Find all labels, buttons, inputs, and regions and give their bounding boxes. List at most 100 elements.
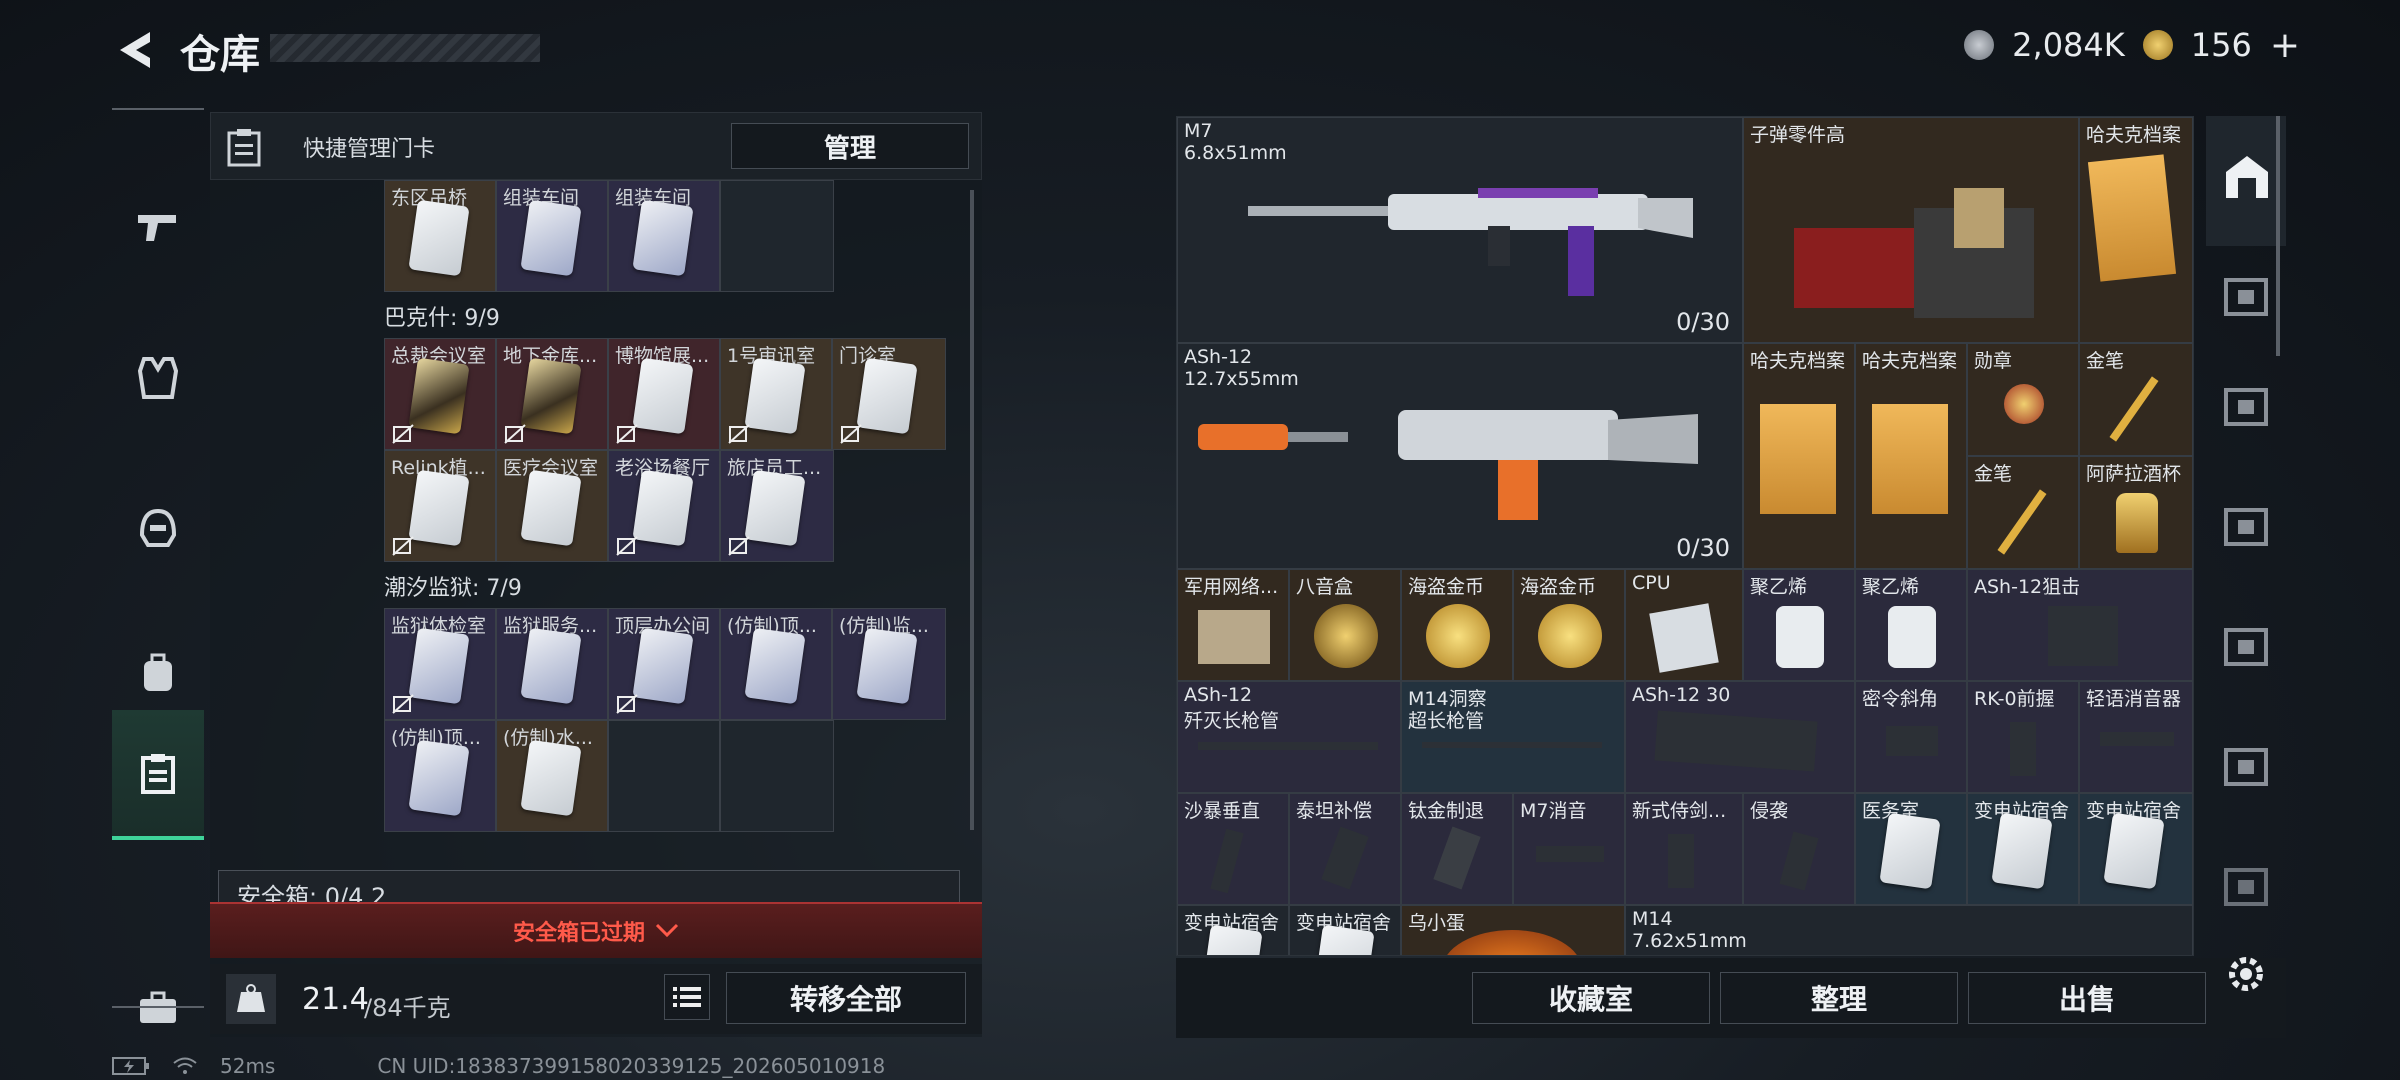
title-decoration bbox=[270, 34, 540, 62]
settings-button[interactable] bbox=[2222, 950, 2270, 998]
max-weight: /84千克 bbox=[364, 994, 451, 1022]
item-compensator[interactable]: 泰坦补偿 bbox=[1289, 793, 1401, 905]
keycard-slot[interactable]: 顶层办公间 bbox=[608, 608, 720, 720]
item-music-box[interactable]: 八音盒 bbox=[1289, 569, 1401, 681]
rifle-image bbox=[1198, 410, 1698, 520]
item-angled-grip[interactable]: 密令斜角 bbox=[1855, 681, 1967, 793]
keycard-slot[interactable]: 老浴场餐厅 bbox=[608, 450, 720, 562]
keycard-slot[interactable]: Relink植... bbox=[384, 450, 496, 562]
nav-helmet[interactable] bbox=[112, 463, 204, 593]
tab-storage-4[interactable] bbox=[2216, 496, 2276, 556]
weapon-ash12[interactable]: ASh-12 12.7x55mm 0/30 bbox=[1177, 343, 1743, 569]
keycard-slot[interactable]: 旅店员工... bbox=[720, 450, 834, 562]
item-polyethylene[interactable]: 聚乙烯 bbox=[1855, 569, 1967, 681]
item-barrel[interactable]: ASh-12 歼灭长枪管 bbox=[1177, 681, 1401, 793]
keycard-slot[interactable]: 地下金库... bbox=[496, 338, 608, 450]
item-gold-pen[interactable]: 金笔 bbox=[1967, 456, 2079, 569]
item-grip[interactable]: 侵袭 bbox=[1743, 793, 1855, 905]
unavailable-icon bbox=[840, 424, 862, 444]
item-pirate-coin[interactable]: 海盗金币 bbox=[1401, 569, 1513, 681]
backpack-icon bbox=[144, 653, 172, 691]
back-arrow-icon[interactable] bbox=[112, 28, 156, 72]
unavailable-icon bbox=[392, 424, 414, 444]
keycard-slot[interactable]: 博物馆展... bbox=[608, 338, 720, 450]
storage-box-icon bbox=[2224, 868, 2268, 906]
sell-button[interactable]: 出售 bbox=[1968, 972, 2206, 1024]
keycard-slot[interactable]: 监狱服务... bbox=[496, 608, 608, 720]
storage-box-icon bbox=[2224, 508, 2268, 546]
item-keycard[interactable]: 变电站宿舍 bbox=[2079, 793, 2193, 905]
safe-box-label: 安全箱: 0/4 2 bbox=[237, 883, 387, 904]
unavailable-icon bbox=[616, 694, 638, 714]
tab-storage-2[interactable] bbox=[2216, 266, 2276, 326]
item-keycard[interactable]: 医务室 bbox=[1855, 793, 1967, 905]
keycard-slot[interactable]: 门诊室 bbox=[832, 338, 946, 450]
safe-box-row[interactable]: 安全箱: 0/4 2 bbox=[218, 870, 960, 904]
tab-main-storage[interactable] bbox=[2206, 116, 2286, 246]
tab-storage-5[interactable] bbox=[2216, 616, 2276, 676]
keycard-slot[interactable]: (仿制)顶... bbox=[720, 608, 832, 720]
item-network[interactable]: 军用网络... bbox=[1177, 569, 1289, 681]
nav-briefcase[interactable] bbox=[112, 968, 204, 1048]
empty-slot[interactable] bbox=[720, 180, 834, 292]
unavailable-icon bbox=[616, 536, 638, 556]
keycard-slot[interactable]: (仿制)水... bbox=[496, 720, 608, 832]
item-archive[interactable]: 哈夫克档案 bbox=[1855, 343, 1967, 569]
tab-storage-3[interactable] bbox=[2216, 376, 2276, 436]
keycard-slot[interactable]: 组装车间 bbox=[496, 180, 608, 292]
list-view-button[interactable] bbox=[664, 974, 710, 1020]
weapon-m14[interactable]: M14 7.62x51mm bbox=[1625, 905, 2193, 955]
item-keycard[interactable]: 变电站宿舍 bbox=[1967, 793, 2079, 905]
item-medal[interactable]: 勋章 bbox=[1967, 343, 2079, 456]
item-barrel-long[interactable]: M14洞察 超长枪管 bbox=[1401, 681, 1625, 793]
scrollbar[interactable] bbox=[970, 190, 974, 830]
item-pirate-coin[interactable]: 海盗金币 bbox=[1513, 569, 1625, 681]
nav-armor[interactable] bbox=[112, 313, 204, 443]
keycard-slot[interactable]: 监狱体检室 bbox=[384, 608, 496, 720]
keycard-slot[interactable]: 东区吊桥 bbox=[384, 180, 496, 292]
item-egg[interactable]: 乌小蛋 bbox=[1401, 905, 1625, 955]
item-polyethylene[interactable]: 聚乙烯 bbox=[1743, 569, 1855, 681]
add-currency-button[interactable]: + bbox=[2270, 25, 2300, 66]
keycard-slot[interactable]: 1号审讯室 bbox=[720, 338, 832, 450]
item-foregrip[interactable]: RK-0前握 bbox=[1967, 681, 2079, 793]
tabs-scrollbar[interactable] bbox=[2276, 116, 2280, 356]
warehouse-grid: M7 6.8x51mm 0/30 ASh-12 12.7x55mm 0/30 子… bbox=[1176, 116, 2194, 956]
item-bullet-parts[interactable]: 子弹零件高 bbox=[1743, 117, 2079, 343]
nav-weapons[interactable] bbox=[112, 163, 204, 293]
collection-room-button[interactable]: 收藏室 bbox=[1472, 972, 1710, 1024]
keycard-slot[interactable]: 总裁会议室 bbox=[384, 338, 496, 450]
section-title-tidal-prison: 潮汐监狱: 7/9 bbox=[384, 576, 522, 601]
keycard-slot[interactable]: (仿制)顶... bbox=[384, 720, 496, 832]
item-ash12-stock[interactable]: ASh-12狙击 bbox=[1967, 569, 2193, 681]
nav-keycard[interactable] bbox=[112, 710, 204, 840]
weapon-m7[interactable]: M7 6.8x51mm 0/30 bbox=[1177, 117, 1743, 343]
empty-slot[interactable] bbox=[608, 720, 720, 832]
empty-slot[interactable] bbox=[720, 720, 834, 832]
item-keycard[interactable]: 变电站宿舍 bbox=[1177, 905, 1289, 955]
sort-button[interactable]: 整理 bbox=[1720, 972, 1958, 1024]
item-suppressor[interactable]: 轻语消音器 bbox=[2079, 681, 2193, 793]
item-archive[interactable]: 哈夫克档案 bbox=[1743, 343, 1855, 569]
item-vertical-grip[interactable]: 沙暴垂直 bbox=[1177, 793, 1289, 905]
safe-box-expired-banner[interactable]: 安全箱已过期 bbox=[210, 902, 982, 958]
safe-expired-text: 安全箱已过期 bbox=[512, 921, 645, 946]
item-gold-pen[interactable]: 金笔 bbox=[2079, 343, 2193, 456]
current-weight: 21.4 bbox=[302, 982, 369, 1017]
item-muzzle-brake[interactable]: 钛金制退 bbox=[1401, 793, 1513, 905]
keycard-slot[interactable]: (仿制)监... bbox=[832, 608, 946, 720]
item-keycard[interactable]: 变电站宿舍 bbox=[1289, 905, 1401, 955]
keycard-slot[interactable]: 医疗会议室 bbox=[496, 450, 608, 562]
transfer-all-button[interactable]: 转移全部 bbox=[726, 972, 966, 1024]
item-goblet[interactable]: 阿萨拉酒杯 bbox=[2079, 456, 2193, 569]
item-grip[interactable]: 新式侍剑... bbox=[1625, 793, 1743, 905]
item-archive[interactable]: 哈夫克档案 bbox=[2079, 117, 2193, 343]
item-magazine[interactable]: ASh-12 30 bbox=[1625, 681, 1855, 793]
item-cpu[interactable]: CPU bbox=[1625, 569, 1743, 681]
storage-box-icon bbox=[2224, 748, 2268, 786]
tab-storage-7[interactable] bbox=[2216, 856, 2276, 916]
tab-storage-6[interactable] bbox=[2216, 736, 2276, 796]
keycard-slot[interactable]: 组装车间 bbox=[608, 180, 720, 292]
manage-button[interactable]: 管理 bbox=[731, 123, 969, 169]
item-m7-suppressor[interactable]: M7消音 bbox=[1513, 793, 1625, 905]
